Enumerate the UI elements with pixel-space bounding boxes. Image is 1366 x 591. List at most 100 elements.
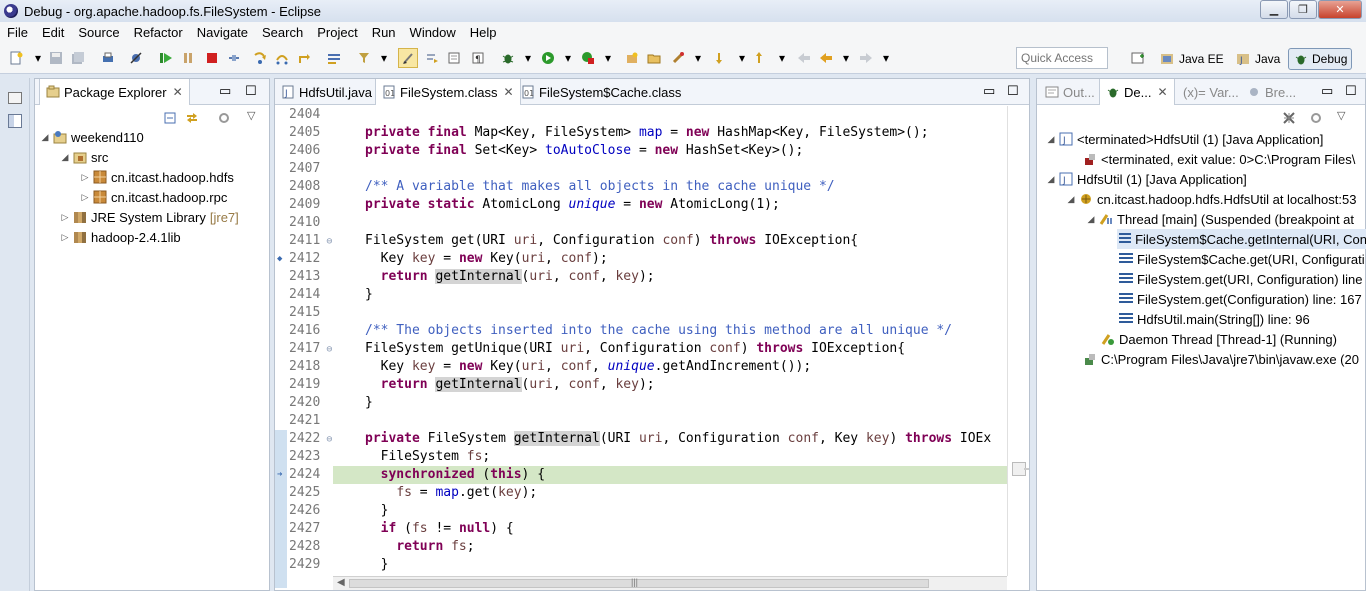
dropdown-icon[interactable]: ▾ (600, 50, 616, 66)
view-menu-gear-icon[interactable] (1309, 111, 1323, 128)
external-tools-icon[interactable] (580, 50, 596, 66)
menu-navigate[interactable]: Navigate (190, 25, 255, 40)
debug-icon[interactable] (500, 50, 516, 66)
resume-icon[interactable] (158, 50, 174, 66)
view-menu-chevron-icon[interactable]: ▽ (247, 109, 255, 122)
close-button[interactable]: ✕ (1318, 0, 1362, 19)
link-with-editor-icon[interactable] (185, 111, 199, 128)
perspective-java[interactable]: J Java (1232, 48, 1284, 70)
debug-item-target[interactable]: ◢ cn.itcast.hadoop.hdfs.HdfsUtil at loca… (1065, 189, 1357, 209)
tab-filesystem-cache-class[interactable]: 01 FileSystem$Cache.class (515, 79, 687, 105)
menu-window[interactable]: Window (403, 25, 463, 40)
expanded-arrow-icon[interactable]: ◢ (1045, 174, 1057, 185)
forward-icon[interactable] (858, 50, 874, 66)
stack-frame-selected[interactable]: FileSystem$Cache.getInternal(URI, Con (1117, 229, 1366, 249)
tab-filesystem-class[interactable]: 01 FileSystem.class ✕ (375, 79, 521, 105)
tab-variables[interactable]: (x)= Var... (1177, 79, 1245, 105)
suspend-icon[interactable] (180, 50, 196, 66)
collapse-all-icon[interactable] (163, 111, 177, 128)
menu-search[interactable]: Search (255, 25, 310, 40)
next-annotation-icon[interactable] (424, 50, 440, 66)
menu-project[interactable]: Project (310, 25, 364, 40)
drop-to-frame-icon[interactable] (326, 50, 342, 66)
show-whitespace-icon[interactable] (446, 50, 462, 66)
use-step-filters-icon[interactable] (356, 50, 372, 66)
tab-package-explorer[interactable]: Package Explorer ✕ (39, 79, 190, 105)
search-icon[interactable] (670, 50, 686, 66)
menu-refactor[interactable]: Refactor (127, 25, 190, 40)
breakpoint-marker-icon[interactable]: ◆ (277, 250, 282, 268)
vertical-scrollbar[interactable] (1007, 106, 1029, 576)
open-type-icon[interactable] (646, 50, 662, 66)
perspective-debug[interactable]: Debug (1288, 48, 1353, 70)
dropdown-icon[interactable]: ▾ (376, 50, 392, 66)
maximize-view-icon[interactable]: ☐ (1345, 83, 1357, 99)
close-tab-icon[interactable]: ✕ (1157, 85, 1167, 99)
open-perspective-icon[interactable] (1130, 50, 1146, 66)
menu-file[interactable]: File (0, 25, 35, 40)
highlight-toggle-icon[interactable] (398, 48, 418, 68)
hscroll-thumb[interactable] (349, 579, 929, 588)
debug-item-daemon-thread[interactable]: Daemon Thread [Thread-1] (Running) (1099, 329, 1337, 349)
back-icon[interactable] (818, 50, 834, 66)
expanded-arrow-icon[interactable]: ◢ (1085, 214, 1097, 225)
menu-edit[interactable]: Edit (35, 25, 71, 40)
collapsed-arrow-icon[interactable]: ▷ (79, 192, 91, 203)
maximize-editor-icon[interactable]: ☐ (1007, 83, 1019, 99)
maximize-view-icon[interactable]: ☐ (245, 83, 257, 99)
step-into-icon[interactable] (252, 50, 268, 66)
skip-breakpoints-icon[interactable] (128, 50, 144, 66)
minimize-button[interactable]: ▁ (1260, 0, 1288, 19)
tab-breakpoints[interactable]: Bre... (1241, 79, 1302, 105)
scroll-left-icon[interactable]: ◀ (337, 577, 345, 588)
tab-outline[interactable]: Out... (1039, 79, 1101, 105)
minimize-editor-icon[interactable]: ▭ (983, 83, 995, 99)
step-return-icon[interactable] (296, 50, 312, 66)
step-over-icon[interactable] (274, 50, 290, 66)
expanded-arrow-icon[interactable]: ◢ (59, 152, 71, 163)
perspective-java-ee[interactable]: Java EE (1156, 48, 1228, 70)
debug-item-terminated-launch[interactable]: ◢ J <terminated>HdfsUtil (1) [Java Appli… (1045, 129, 1324, 149)
restore-button[interactable]: ❐ (1289, 0, 1317, 19)
new-java-package-icon[interactable] (624, 50, 640, 66)
tree-item-weekend110[interactable]: ◢ weekend110 (39, 127, 144, 147)
new-icon[interactable] (8, 50, 24, 66)
view-menu-gear-icon[interactable] (217, 111, 231, 128)
remove-terminated-icon[interactable] (1281, 110, 1297, 129)
fold-toggle-icon[interactable]: ⊖ (320, 344, 332, 355)
package-explorer-minimized-icon[interactable] (8, 114, 22, 128)
quick-access-input[interactable] (1016, 47, 1108, 69)
dropdown-icon[interactable]: ▾ (30, 50, 46, 66)
expanded-arrow-icon[interactable]: ◢ (39, 132, 51, 143)
stack-frame[interactable]: FileSystem.get(URI, Configuration) line (1117, 269, 1362, 289)
last-edit-location-icon[interactable] (754, 50, 770, 66)
dropdown-icon[interactable]: ▾ (690, 50, 706, 66)
code-area[interactable]: private final Map<Key, FileSystem> map =… (333, 106, 1007, 576)
save-all-icon[interactable] (70, 50, 86, 66)
debug-item-process[interactable]: C:\Program Files\Java\jre7\bin\javaw.exe… (1081, 349, 1359, 369)
dropdown-icon[interactable]: ▾ (838, 50, 854, 66)
dropdown-icon[interactable]: ▾ (774, 50, 790, 66)
debug-item-terminated-process[interactable]: <terminated, exit value: 0>C:\Program Fi… (1081, 149, 1355, 169)
fold-toggle-icon[interactable]: ⊖ (320, 434, 332, 445)
next-edit-location-icon[interactable] (714, 50, 730, 66)
save-icon[interactable] (48, 50, 64, 66)
dropdown-icon[interactable]: ▾ (734, 50, 750, 66)
menu-source[interactable]: Source (71, 25, 126, 40)
run-icon[interactable] (540, 50, 556, 66)
close-tab-icon[interactable]: ✕ (504, 85, 514, 99)
debug-item-launch[interactable]: ◢ J HdfsUtil (1) [Java Application] (1045, 169, 1247, 189)
close-tab-icon[interactable]: ✕ (173, 85, 183, 99)
menu-help[interactable]: Help (463, 25, 504, 40)
terminate-icon[interactable] (204, 50, 220, 66)
stack-frame[interactable]: FileSystem.get(Configuration) line: 167 (1117, 289, 1362, 309)
collapsed-arrow-icon[interactable]: ▷ (59, 232, 71, 243)
tree-item-package-hdfs[interactable]: ▷ cn.itcast.hadoop.hdfs (79, 167, 234, 187)
collapsed-arrow-icon[interactable]: ▷ (79, 172, 91, 183)
restore-view-icon[interactable] (8, 92, 22, 104)
menu-run[interactable]: Run (365, 25, 403, 40)
view-menu-chevron-icon[interactable]: ▽ (1337, 109, 1345, 122)
minimize-view-icon[interactable]: ▭ (219, 83, 231, 99)
tab-hdfsutil-java[interactable]: J HdfsUtil.java (275, 79, 378, 105)
tree-item-jre-library[interactable]: ▷ JRE System Library [jre7] (59, 207, 239, 227)
